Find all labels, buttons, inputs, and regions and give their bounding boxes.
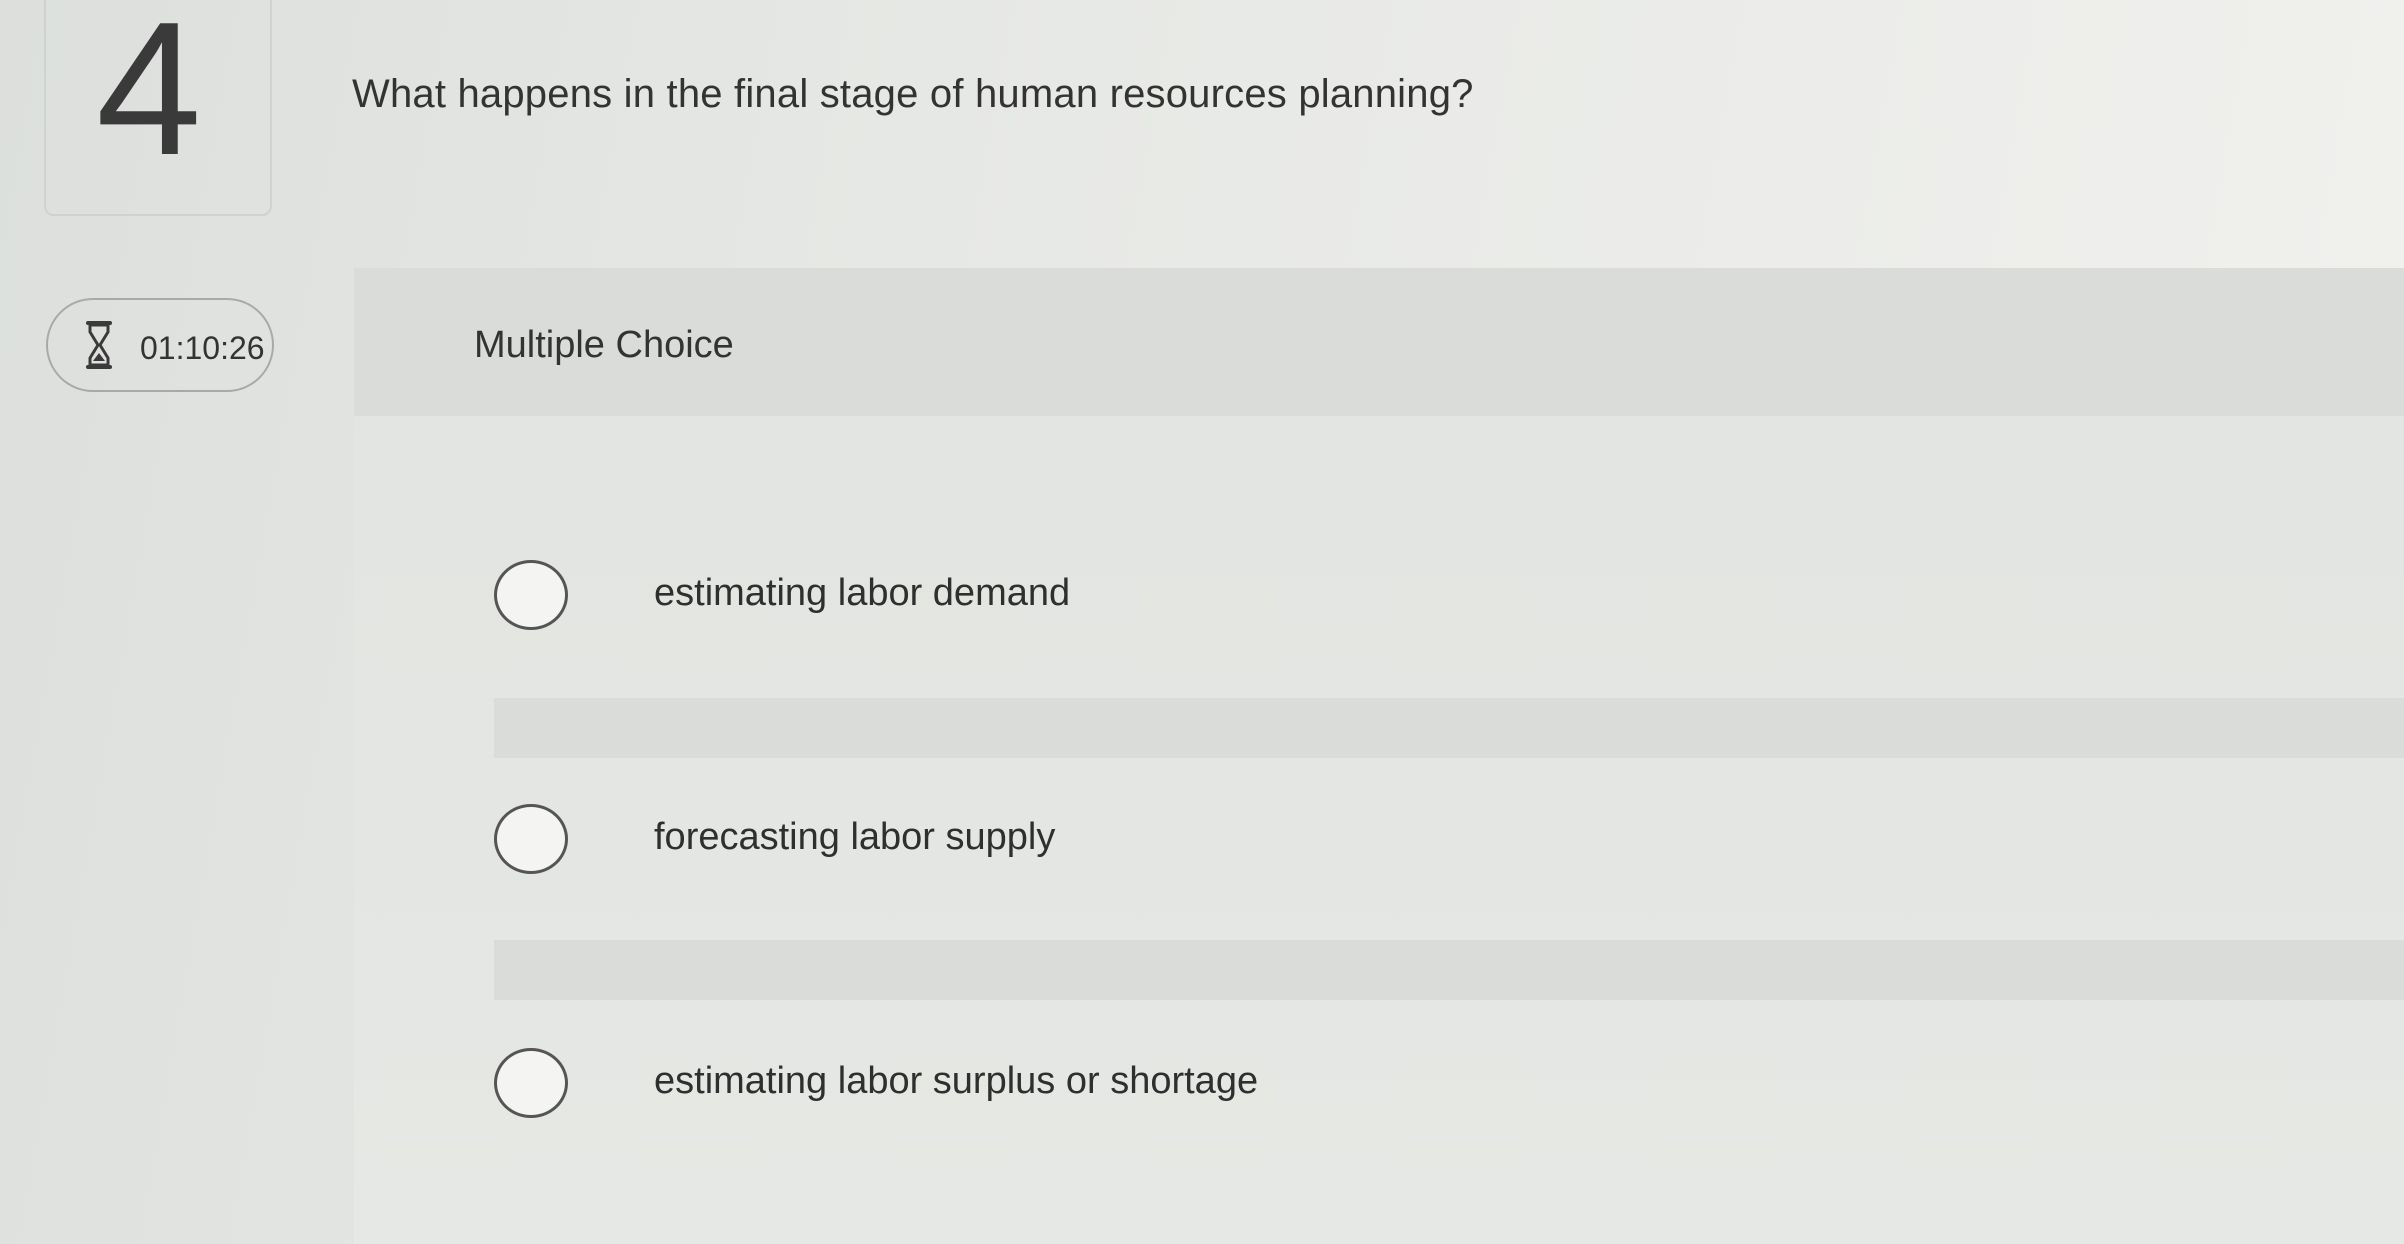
timer-value: 01:10:26 (140, 330, 265, 366)
panel-header: Multiple Choice (354, 268, 2404, 416)
timer[interactable]: 01:10:26 (46, 298, 274, 392)
answer-option[interactable]: estimating labor surplus or shortage (494, 1038, 2294, 1128)
question-text: What happens in the final stage of human… (352, 72, 1474, 116)
radio-button[interactable] (494, 560, 568, 630)
divider (494, 698, 2404, 758)
radio-button[interactable] (494, 804, 568, 874)
answer-option-label[interactable]: estimating labor demand (654, 572, 1070, 615)
answer-option-label[interactable]: estimating labor surplus or shortage (654, 1060, 1258, 1103)
hourglass-icon (86, 321, 112, 369)
radio-button[interactable] (494, 1048, 568, 1118)
answer-option[interactable]: estimating labor demand (494, 550, 2294, 640)
answer-option-label[interactable]: forecasting labor supply (654, 816, 1055, 859)
divider (494, 940, 2404, 1000)
answer-option[interactable]: forecasting labor supply (494, 794, 2294, 884)
question-type-label: Multiple Choice (474, 324, 734, 366)
answer-panel: Multiple Choice estimating labor demand … (354, 268, 2404, 1244)
question-number: 4 (96, 0, 202, 195)
